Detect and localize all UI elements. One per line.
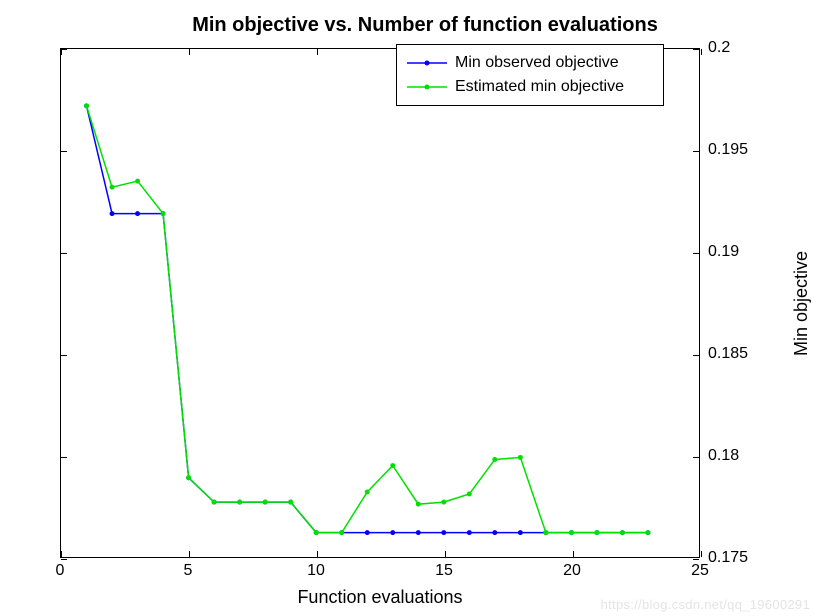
legend-item: Min observed objective	[405, 51, 655, 75]
series-line	[87, 106, 648, 533]
data-point	[543, 530, 548, 535]
data-point	[416, 530, 421, 535]
legend-swatch-observed	[405, 53, 449, 73]
y-axis-ticks: 0.1750.180.1850.190.1950.2	[700, 48, 760, 558]
legend: Min observed objective Estimated min obj…	[396, 44, 664, 106]
chart-title: Min objective vs. Number of function eva…	[0, 14, 820, 37]
data-point	[569, 530, 574, 535]
x-tick-label: 20	[563, 562, 581, 580]
watermark-text: https://blog.csdn.net/qq_19600291	[601, 597, 810, 612]
x-axis-ticks: 0510152025	[60, 558, 700, 588]
data-point	[339, 530, 344, 535]
x-tick-label: 0	[56, 562, 65, 580]
data-point	[441, 530, 446, 535]
y-tick-label: 0.175	[708, 549, 748, 567]
plot-svg	[61, 49, 699, 557]
x-tick-label: 10	[307, 562, 325, 580]
data-point	[365, 530, 370, 535]
data-point	[161, 211, 166, 216]
data-point	[518, 530, 523, 535]
data-point	[390, 530, 395, 535]
data-point	[492, 530, 497, 535]
data-point	[314, 530, 319, 535]
data-point	[467, 492, 472, 497]
data-point	[110, 211, 115, 216]
y-tick-label: 0.2	[708, 39, 730, 57]
data-point	[467, 530, 472, 535]
data-point	[110, 185, 115, 190]
y-axis-label: Min objective	[790, 48, 814, 558]
data-point	[365, 489, 370, 494]
chart-container: Min objective vs. Number of function eva…	[0, 0, 820, 616]
data-point	[441, 500, 446, 505]
data-point	[212, 500, 217, 505]
y-tick-label: 0.185	[708, 345, 748, 363]
legend-swatch-estimated	[405, 77, 449, 97]
data-point	[186, 475, 191, 480]
data-point	[135, 211, 140, 216]
data-point	[645, 530, 650, 535]
data-point	[263, 500, 268, 505]
x-tick-label: 5	[184, 562, 193, 580]
data-point	[594, 530, 599, 535]
y-tick-label: 0.195	[708, 141, 748, 159]
data-point	[288, 500, 293, 505]
x-tick-label: 25	[691, 562, 709, 580]
data-point	[416, 502, 421, 507]
data-point	[390, 463, 395, 468]
plot-area	[60, 48, 700, 558]
x-tick-label: 15	[435, 562, 453, 580]
legend-item: Estimated min objective	[405, 75, 655, 99]
y-tick-label: 0.19	[708, 243, 739, 261]
data-point	[518, 455, 523, 460]
series-line	[87, 106, 648, 533]
data-point	[492, 457, 497, 462]
y-tick-label: 0.18	[708, 447, 739, 465]
data-point	[620, 530, 625, 535]
data-point	[135, 179, 140, 184]
data-point	[237, 500, 242, 505]
data-point	[84, 103, 89, 108]
legend-label: Estimated min objective	[455, 78, 624, 96]
legend-label: Min observed objective	[455, 54, 619, 72]
